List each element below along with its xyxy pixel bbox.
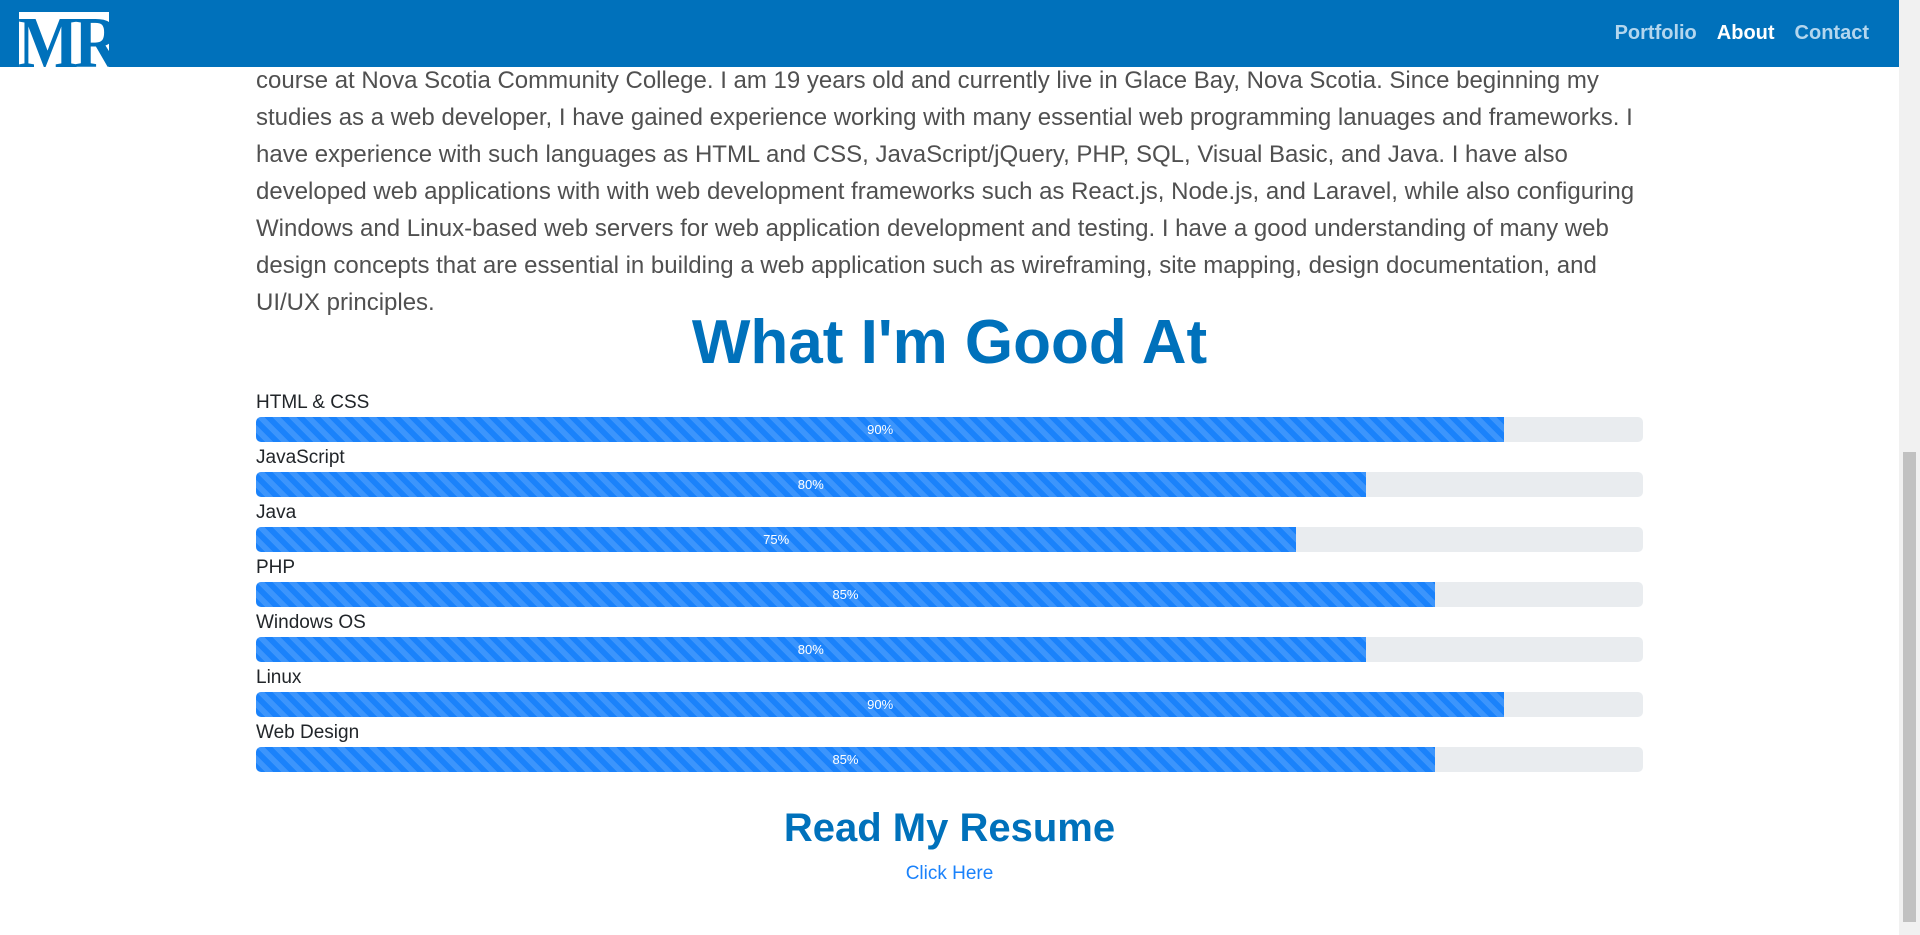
skill-item: Java 75% xyxy=(256,502,1643,557)
progress-track: 90% xyxy=(256,417,1643,442)
skill-label: Linux xyxy=(256,667,302,688)
skills-heading: What I'm Good At xyxy=(691,308,1208,377)
progress-bar: 80% xyxy=(256,637,1366,662)
progress-bar: 85% xyxy=(256,747,1435,772)
nav-link-about[interactable]: About xyxy=(1717,22,1775,45)
nav-link-contact[interactable]: Contact xyxy=(1795,22,1869,45)
nav-link-portfolio[interactable]: Portfolio xyxy=(1615,22,1697,45)
progress-track: 85% xyxy=(256,747,1643,772)
progress-track: 80% xyxy=(256,637,1643,662)
progress-bar: 85% xyxy=(256,582,1435,607)
skills-list: HTML & CSS 90% JavaScript 80% Java 75% P… xyxy=(256,392,1643,777)
skill-item: Windows OS 80% xyxy=(256,612,1643,667)
top-navbar: MR Portfolio About Contact xyxy=(0,0,1899,67)
resume-link[interactable]: Click Here xyxy=(906,863,994,884)
about-paragraph: course at Nova Scotia Community College.… xyxy=(256,67,1635,316)
resume-link-wrapper: Click Here xyxy=(256,863,1643,885)
skill-label: HTML & CSS xyxy=(256,392,370,413)
skill-label: Windows OS xyxy=(256,612,366,633)
logo-text: MR xyxy=(19,12,109,67)
progress-track: 85% xyxy=(256,582,1643,607)
page-scrollbar[interactable] xyxy=(1899,0,1920,935)
skill-item: Linux 90% xyxy=(256,667,1643,722)
skill-item: HTML & CSS 90% xyxy=(256,392,1643,447)
skill-item: Web Design 85% xyxy=(256,722,1643,777)
logo[interactable]: MR xyxy=(19,12,109,67)
nav-links: Portfolio About Contact xyxy=(1595,0,1869,67)
skill-label: PHP xyxy=(256,557,296,578)
progress-track: 75% xyxy=(256,527,1643,552)
resume-heading: Read My Resume xyxy=(783,806,1116,850)
progress-bar: 90% xyxy=(256,417,1505,442)
progress-bar: 80% xyxy=(256,472,1366,497)
progress-bar: 90% xyxy=(256,692,1505,717)
skill-label: Web Design xyxy=(256,722,360,743)
progress-track: 80% xyxy=(256,472,1643,497)
skill-item: JavaScript 80% xyxy=(256,447,1643,502)
progress-bar: 75% xyxy=(256,527,1297,552)
scrollbar-thumb[interactable] xyxy=(1903,452,1916,922)
progress-track: 90% xyxy=(256,692,1643,717)
skill-label: JavaScript xyxy=(256,447,345,468)
skill-label: Java xyxy=(256,502,297,523)
skill-item: PHP 85% xyxy=(256,557,1643,612)
